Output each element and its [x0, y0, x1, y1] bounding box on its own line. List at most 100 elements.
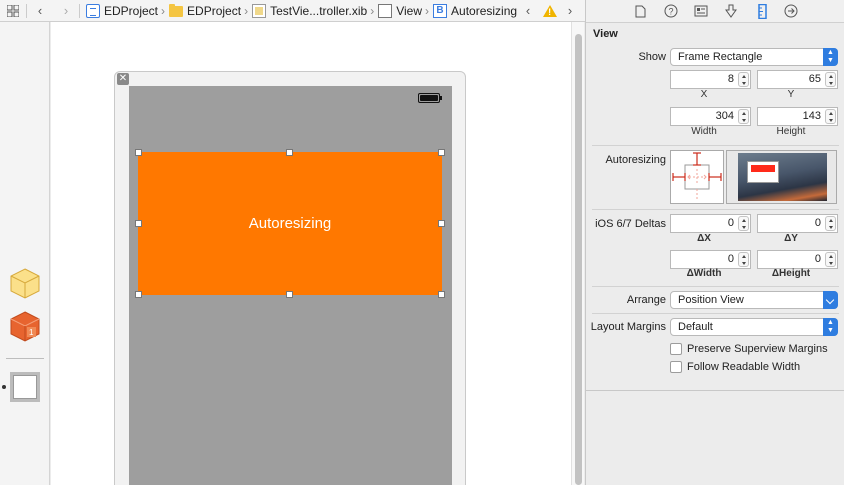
- arrange-label: Arrange: [626, 294, 666, 306]
- delta-y-stepper-icon[interactable]: [825, 216, 836, 231]
- resize-handle-top-left[interactable]: [135, 149, 142, 156]
- chevron-right-icon: ›: [370, 3, 375, 18]
- autoresizing-label: Autoresizing: [605, 154, 666, 166]
- autoresizing-view-label: Autoresizing: [248, 215, 332, 232]
- jump-bar: ‹ › EDProject › EDProject › TestVie...tr…: [0, 0, 585, 22]
- quick-help-icon[interactable]: ?: [663, 3, 679, 19]
- divider: [592, 145, 839, 146]
- resize-handle-left[interactable]: [135, 220, 142, 227]
- preserve-margins-label[interactable]: Preserve Superview Margins: [687, 343, 828, 355]
- crumb-label: EDProject: [104, 3, 159, 18]
- canvas-scrollbar[interactable]: [571, 22, 584, 485]
- x-label: X: [700, 89, 708, 100]
- readable-width-label[interactable]: Follow Readable Width: [687, 361, 800, 373]
- first-responder-cube-icon[interactable]: 1: [8, 309, 42, 343]
- identity-inspector-icon[interactable]: [693, 3, 709, 19]
- button-b-icon: B: [433, 3, 448, 18]
- delta-width-field[interactable]: 0: [670, 250, 751, 269]
- layout-margins-popup[interactable]: Default ▲ ▼: [670, 318, 838, 336]
- width-field[interactable]: 304: [670, 107, 751, 126]
- show-popup[interactable]: Frame Rectangle ▲ ▼: [670, 48, 838, 66]
- chevron-updown-icon: ▲ ▼: [823, 48, 838, 66]
- view-thumbnail-icon[interactable]: [10, 372, 40, 402]
- resize-handle-right[interactable]: [438, 220, 445, 227]
- related-items-grid-icon[interactable]: [0, 0, 26, 22]
- delta-x-value: 0: [727, 217, 734, 229]
- crumb-project[interactable]: EDProject ›: [84, 0, 167, 22]
- resize-handle-top-right[interactable]: [438, 149, 445, 156]
- forward-chevron-icon[interactable]: ›: [53, 0, 79, 22]
- delta-x-field[interactable]: 0: [670, 214, 751, 233]
- size-inspector-icon[interactable]: [754, 3, 770, 19]
- width-value: 304: [715, 110, 734, 122]
- x-stepper-icon[interactable]: [738, 72, 749, 87]
- prev-issue-chevron-icon[interactable]: ‹: [519, 0, 537, 22]
- x-field[interactable]: 8: [670, 70, 751, 89]
- crumb-folder[interactable]: EDProject ›: [167, 0, 250, 22]
- crumb-label: Autoresizing: [451, 3, 518, 18]
- connections-inspector-icon[interactable]: [783, 3, 799, 19]
- delta-width-value: 0: [727, 253, 734, 265]
- chevron-down-icon: [823, 291, 838, 309]
- resize-handle-bottom-right[interactable]: [438, 291, 445, 298]
- chevron-right-icon: ›: [425, 3, 430, 18]
- width-stepper-icon[interactable]: [738, 109, 749, 124]
- autoresizing-view[interactable]: Autoresizing: [138, 152, 442, 295]
- delta-width-label: ΔWidth: [686, 268, 722, 279]
- height-label: Height: [776, 126, 806, 137]
- placeholder-cube-icon[interactable]: [8, 266, 42, 300]
- preview-image: [738, 153, 827, 201]
- show-value: Frame Rectangle: [678, 51, 763, 63]
- section-title: View: [593, 28, 618, 40]
- arrange-popup[interactable]: Position View: [670, 291, 838, 309]
- delta-width-stepper-icon[interactable]: [738, 252, 749, 267]
- autoresizing-springs-struts[interactable]: [670, 150, 724, 204]
- crumb-label: TestVie...troller.xib: [270, 3, 368, 18]
- height-stepper-icon[interactable]: [825, 109, 836, 124]
- warning-icon[interactable]: [543, 4, 558, 17]
- resize-handle-bottom-left[interactable]: [135, 291, 142, 298]
- delta-x-stepper-icon[interactable]: [738, 216, 749, 231]
- y-stepper-icon[interactable]: [825, 72, 836, 87]
- separator: [6, 358, 44, 359]
- delta-height-value: 0: [814, 253, 821, 265]
- chevron-updown-icon: ▲ ▼: [823, 318, 838, 336]
- divider: [592, 313, 839, 314]
- attributes-inspector-icon[interactable]: [723, 3, 739, 19]
- layout-margins-value: Default: [678, 321, 713, 333]
- chevron-right-icon: ›: [244, 3, 249, 18]
- crumb-autoresizing[interactable]: B Autoresizing: [431, 0, 519, 22]
- project-icon: [86, 3, 100, 18]
- resize-handle-top[interactable]: [286, 149, 293, 156]
- show-label: Show: [638, 51, 666, 63]
- autoresizing-preview: [726, 150, 837, 204]
- divider: [586, 390, 844, 391]
- delta-y-field[interactable]: 0: [757, 214, 838, 233]
- y-field[interactable]: 65: [757, 70, 838, 89]
- selection-dot: [2, 385, 6, 389]
- folder-icon: [169, 4, 184, 17]
- file-inspector-icon[interactable]: [632, 3, 648, 19]
- preserve-margins-checkbox[interactable]: [670, 343, 682, 355]
- crumb-xib[interactable]: TestVie...troller.xib ›: [250, 0, 376, 22]
- layout-margins-label: Layout Margins: [590, 321, 666, 333]
- delta-height-stepper-icon[interactable]: [825, 252, 836, 267]
- y-value: 65: [808, 73, 821, 85]
- width-label: Width: [691, 126, 717, 137]
- document-outline-dock: 1: [0, 22, 50, 485]
- next-issue-chevron-icon[interactable]: ›: [563, 0, 577, 22]
- height-field[interactable]: 143: [757, 107, 838, 126]
- crumb-view[interactable]: View ›: [376, 0, 431, 22]
- close-icon[interactable]: ✕: [117, 73, 129, 85]
- preview-window: [747, 161, 779, 183]
- resize-handle-bottom[interactable]: [286, 291, 293, 298]
- separator: [79, 3, 80, 18]
- svg-text:1: 1: [29, 328, 34, 337]
- readable-width-checkbox[interactable]: [670, 361, 682, 373]
- battery-icon: [418, 93, 442, 103]
- delta-height-field[interactable]: 0: [757, 250, 838, 269]
- scroll-thumb[interactable]: [575, 34, 582, 485]
- x-value: 8: [727, 73, 734, 85]
- xib-file-icon: [252, 3, 267, 18]
- back-chevron-icon[interactable]: ‹: [27, 0, 53, 22]
